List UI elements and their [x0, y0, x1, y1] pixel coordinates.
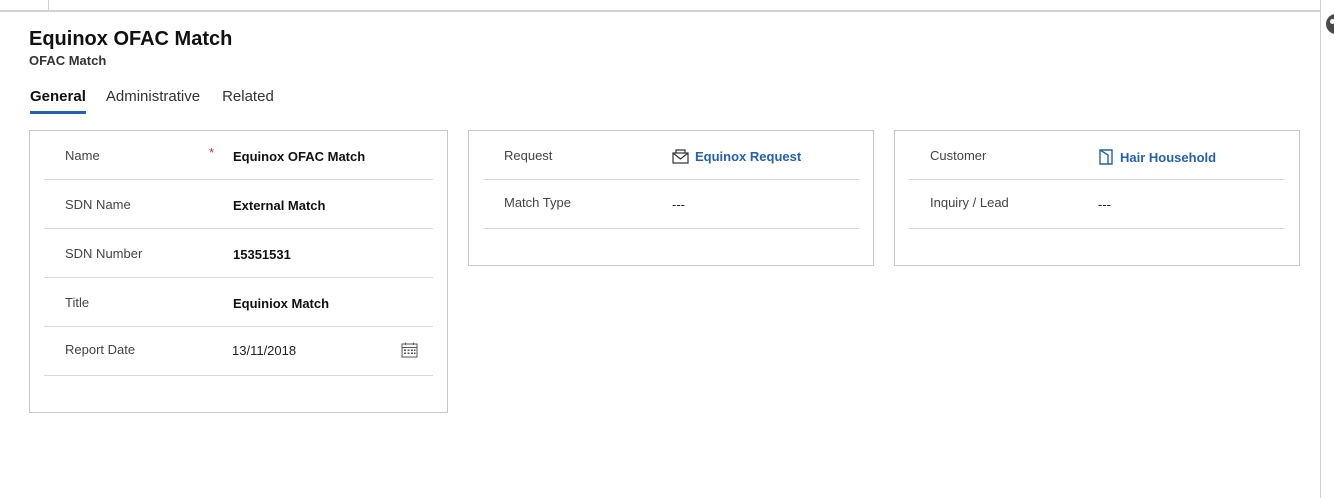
- entity-name: OFAC Match: [29, 53, 107, 68]
- general-section: Name * Equinox OFAC Match SDN Name Exter…: [29, 130, 448, 413]
- inquiry-lead-input[interactable]: ---: [1098, 197, 1111, 212]
- envelope-icon: [672, 149, 689, 164]
- field-title: Title Equiniox Match: [44, 278, 433, 327]
- record-header: Equinox OFAC Match OFAC Match: [29, 27, 232, 68]
- customer-lookup-link[interactable]: Hair Household: [1098, 149, 1216, 165]
- field-label: SDN Number: [65, 246, 143, 261]
- field-sdn-name: SDN Name External Match: [44, 180, 433, 229]
- tab-related[interactable]: Related: [222, 88, 274, 113]
- field-name: Name * Equinox OFAC Match: [44, 131, 433, 180]
- report-date-input[interactable]: 13/11/2018: [232, 343, 296, 358]
- form-tabs: General Administrative Related: [30, 88, 298, 114]
- sdn-number-input[interactable]: 15351531: [233, 247, 291, 262]
- page-title: Equinox OFAC Match: [29, 28, 233, 50]
- field-label: Customer: [930, 148, 987, 163]
- request-link-text[interactable]: Equinox Request: [695, 149, 801, 164]
- customer-link-text[interactable]: Hair Household: [1120, 150, 1216, 165]
- tab-administrative[interactable]: Administrative: [106, 88, 200, 113]
- field-match-type: Match Type ---: [483, 180, 859, 229]
- customer-section: Customer Hair Household Inquiry / Lead -…: [894, 130, 1300, 266]
- command-bar-divider: [48, 0, 49, 10]
- field-sdn-number: SDN Number 15351531: [44, 229, 433, 278]
- field-label: Report Date: [65, 342, 136, 357]
- tab-general[interactable]: General: [30, 88, 86, 114]
- field-inquiry-lead: Inquiry / Lead ---: [909, 180, 1285, 229]
- field-customer: Customer Hair Household: [909, 131, 1285, 180]
- field-request: Request Equinox Request: [483, 131, 859, 180]
- field-label: Request: [504, 148, 553, 163]
- required-marker: *: [209, 145, 215, 160]
- request-lookup-link[interactable]: Equinox Request: [672, 149, 801, 164]
- field-report-date: Report Date 13/11/2018: [44, 327, 433, 376]
- field-label: Inquiry / Lead: [930, 195, 1009, 210]
- calendar-icon[interactable]: [401, 342, 418, 358]
- match-type-input[interactable]: ---: [672, 197, 685, 212]
- name-input[interactable]: Equinox OFAC Match: [233, 149, 365, 164]
- assistant-icon[interactable]: [1326, 14, 1334, 34]
- field-label: Title: [65, 295, 90, 310]
- field-label: Name: [65, 148, 100, 163]
- field-label: Match Type: [504, 195, 571, 210]
- field-label: SDN Name: [65, 197, 131, 212]
- sdn-name-input[interactable]: External Match: [233, 198, 325, 213]
- request-section: Request Equinox Request Match Type ---: [468, 130, 874, 266]
- household-icon: [1099, 149, 1113, 165]
- right-panel-divider: [1320, 0, 1321, 498]
- title-input[interactable]: Equiniox Match: [233, 296, 329, 311]
- top-command-bar: [0, 0, 1320, 12]
